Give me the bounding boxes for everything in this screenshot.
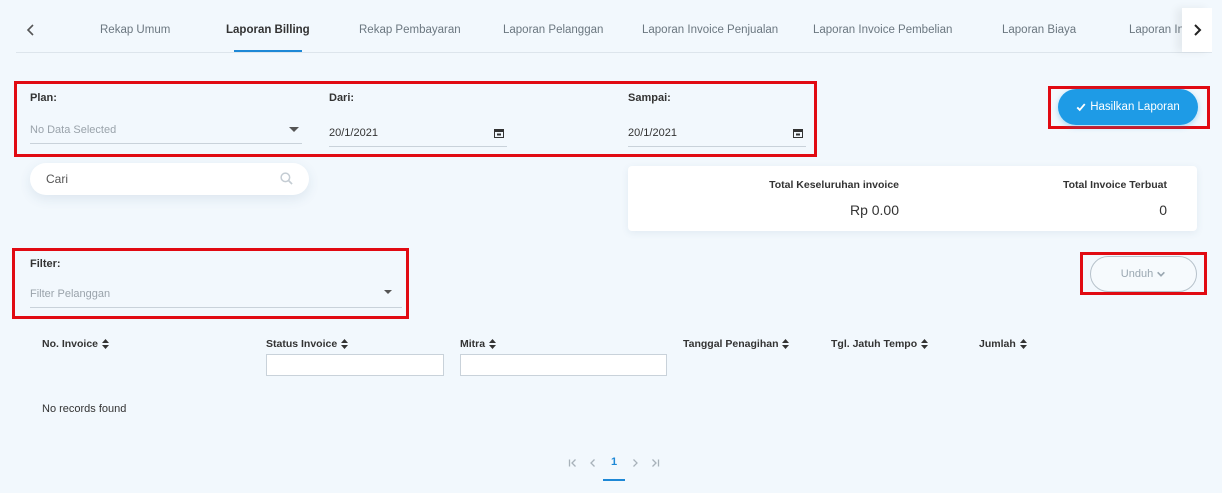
- search-input[interactable]: [46, 163, 276, 195]
- tab-rekap-pembayaran[interactable]: Rekap Pembayaran: [359, 8, 461, 52]
- customer-filter-underline: [30, 307, 402, 308]
- first-page-icon: [568, 459, 576, 467]
- download-label: Unduh: [1120, 268, 1154, 280]
- prev-page-button[interactable]: [588, 458, 598, 471]
- search-icon[interactable]: [280, 172, 293, 185]
- column-header-jumlah[interactable]: Jumlah: [979, 338, 1027, 350]
- column-header-label: Status Invoice: [266, 338, 338, 350]
- column-header-tanggal-penagihan[interactable]: Tanggal Penagihan: [683, 338, 790, 350]
- tab-laporan-invoice-penjualan[interactable]: Laporan Invoice Penjualan: [642, 8, 778, 52]
- tab-scroll-right-button[interactable]: [1182, 8, 1212, 52]
- chevron-left-icon: [26, 24, 34, 36]
- sort-icon: [102, 339, 110, 349]
- next-page-button[interactable]: [630, 458, 640, 471]
- dari-underline: [329, 146, 507, 147]
- search-box: [30, 163, 309, 195]
- plan-placeholder: No Data Selected: [30, 124, 117, 136]
- empty-table-message: No records found: [42, 403, 127, 415]
- status-invoice-filter-input[interactable]: [266, 354, 444, 376]
- column-header-label: Jumlah: [979, 338, 1016, 350]
- total-invoice-label: Total Keseluruhan invoice: [769, 179, 899, 191]
- sampai-underline: [628, 146, 806, 147]
- filter-label: Filter:: [30, 258, 61, 270]
- tab-scroll-left-button[interactable]: [16, 8, 46, 52]
- plan-select[interactable]: No Data Selected: [30, 118, 302, 144]
- generate-report-label: Hasilkan Laporan: [1090, 101, 1180, 113]
- column-header-label: Tanggal Penagihan: [683, 338, 779, 350]
- last-page-icon: [652, 459, 660, 467]
- plan-underline: [30, 143, 302, 144]
- check-icon: [1076, 103, 1086, 112]
- tab-laporan-invoice-pembelian[interactable]: Laporan Invoice Pembelian: [813, 8, 952, 52]
- column-header-label: Mitra: [460, 338, 486, 350]
- sort-icon: [489, 339, 497, 349]
- generate-report-button[interactable]: Hasilkan Laporan: [1058, 89, 1198, 125]
- sampai-value: 20/1/2021: [628, 127, 677, 139]
- summary-card: Total Keseluruhan invoice Rp 0.00 Total …: [628, 166, 1197, 231]
- first-page-button[interactable]: [568, 458, 578, 471]
- mitra-filter-input[interactable]: [460, 354, 667, 376]
- dari-date-input[interactable]: 20/1/2021: [329, 120, 507, 147]
- column-header-label: No. Invoice: [42, 338, 99, 350]
- invoice-count-value: 0: [1159, 202, 1167, 218]
- tab-rekap-umum[interactable]: Rekap Umum: [100, 8, 170, 52]
- chevron-left-icon: [590, 459, 595, 467]
- invoice-count-label: Total Invoice Terbuat: [1062, 179, 1167, 191]
- sort-icon: [341, 339, 349, 349]
- calendar-icon[interactable]: [494, 128, 504, 138]
- dari-value: 20/1/2021: [329, 127, 378, 139]
- last-page-button[interactable]: [650, 458, 660, 471]
- tab-laporan-biaya[interactable]: Laporan Biaya: [1002, 8, 1076, 52]
- tab-list: Rekap Umum Laporan Billing Rekap Pembaya…: [46, 8, 1182, 52]
- total-invoice-value: Rp 0.00: [849, 202, 899, 218]
- column-header-status-invoice[interactable]: Status Invoice: [266, 338, 349, 350]
- sampai-date-input[interactable]: 20/1/2021: [628, 120, 806, 147]
- report-tabbar: Rekap Umum Laporan Billing Rekap Pembaya…: [16, 8, 1212, 53]
- sort-icon: [782, 339, 790, 349]
- customer-filter-select[interactable]: Filter Pelanggan: [30, 281, 402, 308]
- chevron-right-icon: [1194, 24, 1202, 36]
- download-button[interactable]: Unduh: [1090, 256, 1197, 292]
- sampai-label: Sampai:: [628, 92, 671, 104]
- column-header-no-invoice[interactable]: No. Invoice: [42, 338, 110, 350]
- customer-filter-placeholder: Filter Pelanggan: [30, 288, 111, 300]
- chevron-down-icon: [1157, 271, 1166, 277]
- chevron-right-icon: [633, 459, 638, 467]
- tab-laporan-pelanggan[interactable]: Laporan Pelanggan: [503, 8, 603, 52]
- column-header-label: Tgl. Jatuh Tempo: [831, 338, 918, 350]
- caret-down-icon: [289, 127, 299, 132]
- page-number-current[interactable]: 1: [603, 456, 625, 481]
- dari-label: Dari:: [329, 92, 355, 104]
- caret-down-icon: [384, 290, 392, 294]
- calendar-icon[interactable]: [793, 128, 803, 138]
- plan-label: Plan:: [30, 92, 57, 104]
- tab-laporan-invoice[interactable]: Laporan Invoice: [1129, 8, 1182, 52]
- column-header-tgl-jatuh-tempo[interactable]: Tgl. Jatuh Tempo: [831, 338, 929, 350]
- column-header-mitra[interactable]: Mitra: [460, 338, 497, 350]
- sort-icon: [921, 339, 929, 349]
- tab-laporan-billing[interactable]: Laporan Billing: [226, 8, 310, 52]
- sort-icon: [1019, 339, 1027, 349]
